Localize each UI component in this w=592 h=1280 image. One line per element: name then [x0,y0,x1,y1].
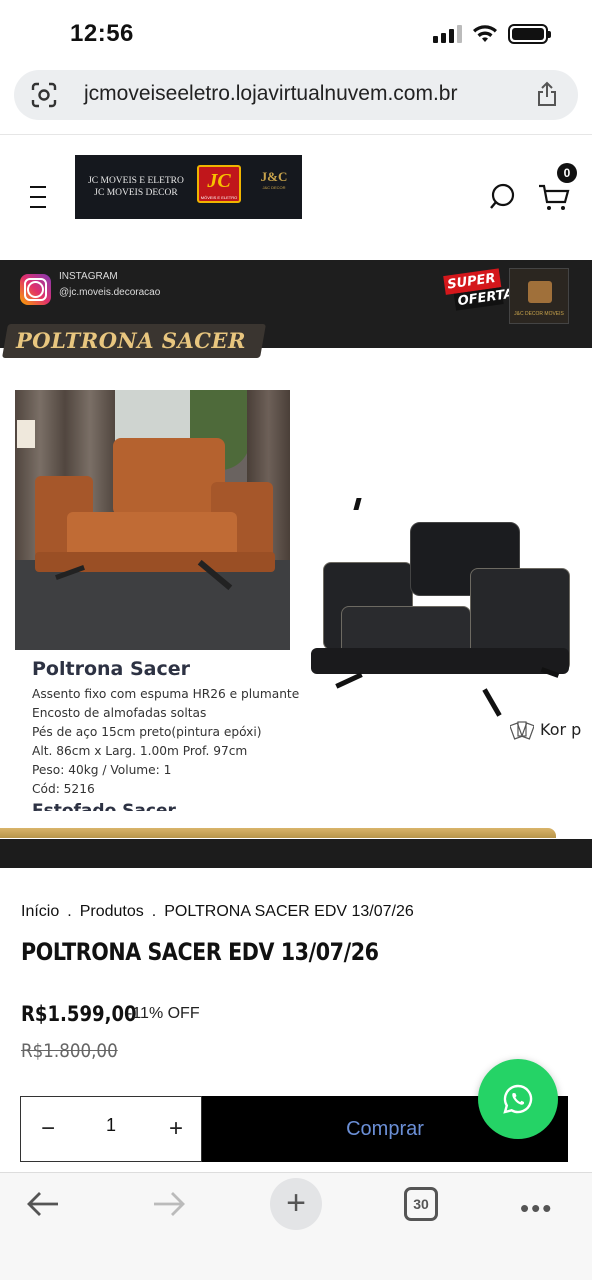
quantity-stepper: − 1 + [20,1096,202,1162]
breadcrumb: Início . Produtos . POLTRONA SACER EDV 1… [21,903,414,921]
instagram-icon [20,274,51,305]
spec-line: Encosto de almofadas soltas [32,706,207,720]
shopping-cart-icon[interactable] [538,183,570,213]
caramel-armchair-photo [15,390,290,650]
product-specs: Poltrona Sacer Assento fixo com espuma H… [32,658,312,811]
instagram-label: INSTAGRAM [59,271,118,282]
black-armchair-image [305,498,580,738]
spec-line: Pés de aço 15cm preto(pintura epóxi) [32,725,262,739]
tab-switcher-button[interactable]: 30 [404,1187,438,1221]
breadcrumb-separator: . [151,903,157,920]
color-swatch-label: Kor p [510,718,581,740]
spec-title: Poltrona Sacer [32,658,190,680]
spec-cut-heading: Estofado Sacer [32,801,176,811]
back-arrow-icon[interactable] [26,1189,60,1219]
forward-arrow-icon[interactable] [152,1189,186,1219]
cart-count-badge[interactable]: 0 [557,163,577,183]
cellular-signal-icon [433,25,462,43]
increase-quantity-button[interactable]: + [161,1113,191,1145]
battery-icon [508,24,551,44]
quantity-input[interactable]: 1 [99,1115,123,1136]
logo-line-2: JC MOVEIS DECOR [94,188,178,198]
product-banner-image[interactable]: INSTAGRAM @jc.moveis.decoracao SUPER OFE… [0,260,592,868]
spec-line: Assento fixo com espuma HR26 e plumante [32,687,300,701]
status-icons [433,24,551,44]
spec-line: Peso: 40kg / Volume: 1 [32,763,172,777]
banner-bottom-bar [0,839,592,868]
gold-divider [0,828,556,838]
logo-line-1: JC MOVEIS E ELETRO [88,176,184,186]
breadcrumb-separator: . [67,903,72,920]
decor-logo-thumb: J&C DECOR MOVEIS [509,268,569,324]
super-oferta-badge: SUPER OFERTA [443,268,515,319]
status-bar: 12:56 [0,0,592,62]
status-time: 12:56 [70,20,134,47]
browser-toolbar: + 30 ••• [0,1172,592,1280]
plus-icon: + [286,1184,306,1222]
breadcrumb-current: POLTRONA SACER EDV 13/07/26 [164,903,414,920]
new-tab-button[interactable]: + [270,1178,322,1230]
jandc-logo-badge: J&C J&C DECOR [260,169,288,190]
jc-logo-badge: JC MÓVEIS E ELETRO [197,165,241,203]
spec-line: Alt. 86cm x Larg. 1.00m Prof. 97cm [32,744,248,758]
banner-title: POLTRONA SACER [16,328,246,353]
store-logo[interactable]: JC MOVEIS E ELETRO JC MOVEIS DECOR JC MÓ… [75,155,302,219]
search-icon[interactable] [488,183,516,211]
whatsapp-button[interactable] [478,1059,558,1139]
wifi-icon [473,25,497,42]
url-bar[interactable]: jcmoveiseeletro.lojavirtualnuvem.com.br [14,70,578,120]
hamburger-menu-icon[interactable] [30,186,46,216]
more-menu-icon[interactable]: ••• [520,1193,553,1224]
breadcrumb-home[interactable]: Início [21,903,59,921]
site-header: JC MOVEIS E ELETRO JC MOVEIS DECOR JC MÓ… [0,134,592,260]
whatsapp-icon [503,1084,533,1114]
discount-badge: -11% OFF [127,1005,200,1022]
google-lens-icon[interactable] [30,82,58,108]
color-swatch-icon [510,721,534,740]
product-price: R$1.599,00 [21,1002,137,1026]
old-price: R$1.800,00 [21,1040,118,1062]
spec-line: Cód: 5216 [32,782,95,796]
url-text[interactable]: jcmoveiseeletro.lojavirtualnuvem.com.br [84,82,457,106]
product-title: POLTRONA SACER EDV 13/07/26 [21,938,379,966]
instagram-handle: @jc.moveis.decoracao [59,287,161,298]
breadcrumb-products[interactable]: Produtos [80,903,144,921]
decrease-quantity-button[interactable]: − [33,1113,63,1145]
share-icon[interactable] [536,81,558,107]
